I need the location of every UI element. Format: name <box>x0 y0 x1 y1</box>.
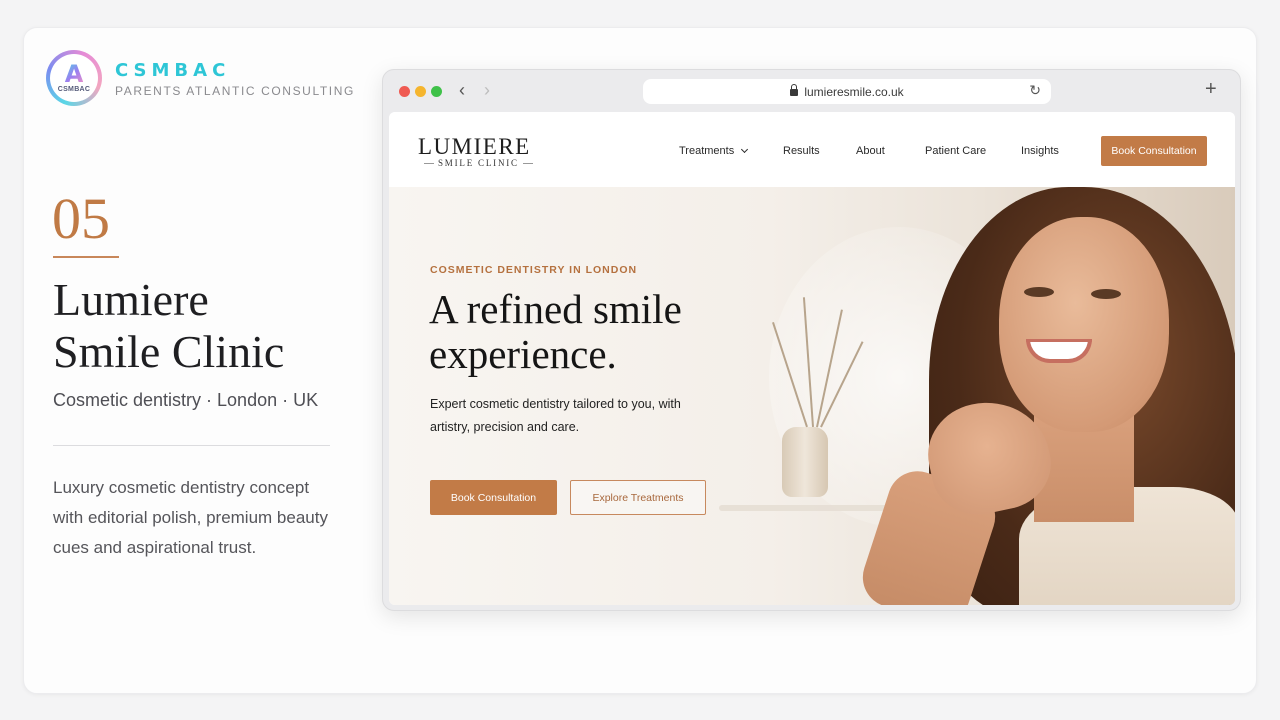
hero-title-line2: experience. <box>429 331 617 377</box>
agency-logo: A CSMBAC <box>46 50 102 106</box>
project-subtitle: Cosmetic dentistry · London · UK <box>53 390 319 410</box>
chevron-down-icon <box>741 145 749 154</box>
maximize-window-dot[interactable] <box>431 86 442 97</box>
project-description: Luxury cosmetic dentistry concept with e… <box>53 478 328 557</box>
hero-book-consultation-button[interactable]: Book Consultation <box>430 480 557 515</box>
nav-treatments-label: Treatments <box>679 145 735 157</box>
agency-name: CSMBAC <box>115 60 231 81</box>
project-title-line2: Smile Clinic <box>53 326 285 377</box>
nav-book-consultation-button[interactable]: Book Consultation <box>1101 136 1207 166</box>
url-text: lumieresmile.co.uk <box>804 84 904 99</box>
hero-portrait-image <box>829 187 1235 605</box>
site-logo[interactable]: LUMIERE <box>418 134 531 160</box>
hero-section: COSMETIC DENTISTRY IN LONDON A refined s… <box>389 187 1235 605</box>
project-title: Lumiere Smile Clinic <box>53 274 284 378</box>
agency-subtitle: PARENTS ATLANTIC CONSULTING <box>115 84 355 98</box>
hero-title: A refined smile experience. <box>429 287 682 377</box>
nav-patient-care[interactable]: Patient Care <box>925 145 986 157</box>
site-logo-subtitle: SMILE CLINIC <box>420 158 537 168</box>
forward-arrow-icon[interactable]: › <box>484 80 490 101</box>
site-header: LUMIERE SMILE CLINIC Treatments Results … <box>389 112 1235 187</box>
nav-about[interactable]: About <box>856 145 885 157</box>
number-underline <box>53 256 119 258</box>
hero-title-line1: A refined smile <box>429 286 682 332</box>
reload-icon[interactable]: ↻ <box>1029 82 1041 99</box>
nav-treatments[interactable]: Treatments <box>679 145 749 157</box>
nav-results[interactable]: Results <box>783 145 820 157</box>
divider <box>53 445 330 446</box>
browser-window: ‹ › lumieresmile.co.uk ↻ + LUMIERE SMILE… <box>382 69 1241 611</box>
close-window-dot[interactable] <box>399 86 410 97</box>
lock-icon <box>790 84 799 96</box>
hero-body: Expert cosmetic dentistry tailored to yo… <box>430 397 681 434</box>
project-number: 05 <box>52 186 110 251</box>
new-tab-icon[interactable]: + <box>1205 78 1217 101</box>
logo-text: CSMBAC <box>57 86 91 93</box>
address-bar[interactable]: lumieresmile.co.uk ↻ <box>643 79 1051 104</box>
website-page: LUMIERE SMILE CLINIC Treatments Results … <box>389 112 1235 605</box>
hero-eyebrow: COSMETIC DENTISTRY IN LONDON <box>430 264 638 276</box>
project-title-line1: Lumiere <box>53 274 209 325</box>
nav-insights[interactable]: Insights <box>1021 145 1059 157</box>
back-arrow-icon[interactable]: ‹ <box>459 80 465 101</box>
minimize-window-dot[interactable] <box>415 86 426 97</box>
logo-letter: A <box>64 60 84 88</box>
hero-explore-treatments-button[interactable]: Explore Treatments <box>570 480 706 515</box>
